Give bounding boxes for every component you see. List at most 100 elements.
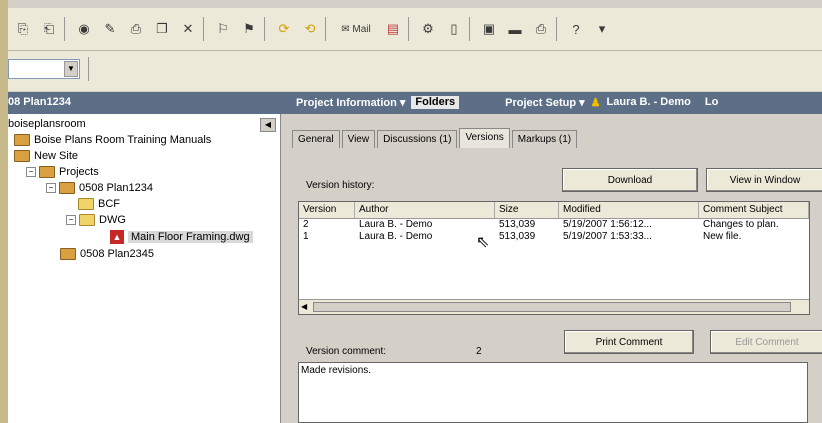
column-header[interactable]: Author xyxy=(355,202,495,218)
tree-node-projects[interactable]: − Projects xyxy=(26,166,99,178)
table-cell: 513,039 xyxy=(499,219,536,230)
tree-node-label: Main Floor Framing.dwg xyxy=(128,231,253,243)
flag-icon[interactable]: ⚐ xyxy=(212,18,234,40)
tree-node-label: DWG xyxy=(99,214,126,226)
tree-node-label: 0508 Plan1234 xyxy=(79,182,154,194)
doc-icon[interactable]: ▯ xyxy=(443,18,465,40)
version-comment-number: 2 xyxy=(476,346,482,357)
toolbar-separator xyxy=(64,17,65,41)
folder-icon xyxy=(79,214,95,226)
refresh2-icon[interactable]: ⟲ xyxy=(299,18,321,40)
tree-node-plan1234[interactable]: − 0508 Plan1234 xyxy=(46,182,153,194)
tree-node-label: BCF xyxy=(98,198,120,210)
color-icon[interactable]: ◉ xyxy=(73,18,95,40)
address-bar: ▼ xyxy=(8,51,822,91)
menu-user[interactable]: Laura B. - Demo xyxy=(607,96,691,109)
toolbar-separator xyxy=(264,17,265,41)
details-panel: General View Discussions (1) Versions Ma… xyxy=(282,114,822,423)
tree-node-training[interactable]: Boise Plans Room Training Manuals xyxy=(14,134,211,146)
tree-node-label: Projects xyxy=(59,166,99,178)
export-icon[interactable]: ⎘ xyxy=(12,18,34,40)
tree-node-new-site[interactable]: New Site xyxy=(14,150,78,162)
toolbar-separator xyxy=(469,17,470,41)
app-window: ⎘ ⎗ ◉ ✎ ⎙ ❐ ✕ ⚐ ⚑ ⟳ ⟲ ✉ Mail ▤ ⚙ ▯ ▣ ▬ ⎙… xyxy=(8,0,822,423)
folder-icon xyxy=(14,150,30,162)
table-cell: 5/19/2007 1:53:33... xyxy=(563,231,652,242)
toolbar-separator xyxy=(203,17,204,41)
collapse-panel-button[interactable]: ◀ xyxy=(260,118,276,132)
help-dropdown[interactable]: ▾ xyxy=(591,18,613,40)
table-cell: Laura B. - Demo xyxy=(359,231,433,242)
flag2-icon[interactable]: ⚑ xyxy=(238,18,260,40)
scroll-left-icon[interactable]: ◀ xyxy=(301,302,311,312)
version-history-label: Version history: xyxy=(306,180,375,191)
chart-icon[interactable]: ▤ xyxy=(382,18,404,40)
column-header[interactable]: Modified xyxy=(559,202,699,218)
tab-view[interactable]: View xyxy=(341,130,376,148)
tree-node-label: boiseplansroom xyxy=(8,118,86,130)
version-list: Version Author Size Modified Comment Sub… xyxy=(298,201,810,315)
view-in-window-button[interactable]: View in Window xyxy=(706,168,822,192)
view-combo[interactable]: ▼ xyxy=(8,59,80,79)
mail-button[interactable]: ✉ Mail xyxy=(334,18,378,40)
drive-icon[interactable]: ▣ xyxy=(478,18,500,40)
refresh-icon[interactable]: ⟳ xyxy=(273,18,295,40)
pin-icon[interactable]: ✎ xyxy=(99,18,121,40)
toolbar-separator xyxy=(325,17,326,41)
folder-tree: ◀ boiseplansroom Boise Plans Room Traini… xyxy=(8,114,281,423)
settings-icon[interactable]: ⚙ xyxy=(417,18,439,40)
collapse-icon[interactable]: − xyxy=(66,215,76,225)
horizontal-scrollbar[interactable]: ◀ xyxy=(299,299,809,314)
folder-icon xyxy=(14,134,30,146)
table-cell: 513,039 xyxy=(499,231,536,242)
navigation-bar: 08 Plan1234 Project Information ▾ Folder… xyxy=(8,92,822,114)
table-row[interactable]: 1 Laura B. - Demo 513,039 5/19/2007 1:53… xyxy=(299,231,809,243)
tree-node-main-floor[interactable]: ▲ Main Floor Framing.dwg xyxy=(110,230,253,244)
folder-icon xyxy=(60,248,76,260)
menu-folders[interactable]: Folders xyxy=(411,96,460,109)
menu-project-information[interactable]: Project Information ▾ xyxy=(296,96,405,109)
folder-icon xyxy=(59,182,75,194)
tree-node-plan2345[interactable]: 0508 Plan2345 xyxy=(60,248,154,260)
tree-node-bcf[interactable]: BCF xyxy=(78,198,120,210)
tab-discussions[interactable]: Discussions (1) xyxy=(377,130,458,148)
current-project-title: 08 Plan1234 xyxy=(8,96,71,108)
tab-general[interactable]: General xyxy=(292,130,340,148)
menu-logout[interactable]: Lo xyxy=(705,96,718,109)
tab-markups[interactable]: Markups (1) xyxy=(511,130,578,148)
tab-strip: General View Discussions (1) Versions Ma… xyxy=(292,128,579,148)
scroll-thumb[interactable] xyxy=(313,302,791,312)
import-icon[interactable]: ⎗ xyxy=(38,18,60,40)
menu-project-setup[interactable]: Project Setup ▾ xyxy=(505,96,584,109)
toolbar: ⎘ ⎗ ◉ ✎ ⎙ ❐ ✕ ⚐ ⚑ ⟳ ⟲ ✉ Mail ▤ ⚙ ▯ ▣ ▬ ⎙… xyxy=(8,8,822,51)
tree-node-root[interactable]: boiseplansroom xyxy=(8,118,86,130)
print-comment-button[interactable]: Print Comment xyxy=(564,330,694,354)
table-cell: Changes to plan. xyxy=(703,219,779,230)
user-icon: ♟ xyxy=(590,97,601,109)
save-icon[interactable]: ▬ xyxy=(504,18,526,40)
collapse-icon[interactable]: − xyxy=(26,167,36,177)
edit-comment-button[interactable]: Edit Comment xyxy=(710,330,822,354)
toolbar-separator xyxy=(88,57,89,81)
table-cell: Laura B. - Demo xyxy=(359,219,433,230)
tree-node-label: Boise Plans Room Training Manuals xyxy=(34,134,212,146)
table-cell: 5/19/2007 1:56:12... xyxy=(563,219,652,230)
folder-icon xyxy=(39,166,55,178)
help-icon[interactable]: ? xyxy=(565,18,587,40)
table-row[interactable]: 2 Laura B. - Demo 513,039 5/19/2007 1:56… xyxy=(299,219,809,231)
download-button[interactable]: Download xyxy=(562,168,698,192)
column-header[interactable]: Size xyxy=(495,202,559,218)
printer-icon[interactable]: ⎙ xyxy=(530,18,552,40)
version-comment-text[interactable]: Made revisions. xyxy=(298,362,808,423)
print-icon[interactable]: ⎙ xyxy=(125,18,147,40)
tab-versions[interactable]: Versions xyxy=(459,128,510,148)
collapse-icon[interactable]: − xyxy=(46,183,56,193)
tree-node-dwg[interactable]: − DWG xyxy=(66,214,126,226)
list-header: Version Author Size Modified Comment Sub… xyxy=(299,202,809,219)
column-header[interactable]: Comment Subject xyxy=(699,202,809,218)
copy-icon[interactable]: ❐ xyxy=(151,18,173,40)
chevron-down-icon[interactable]: ▼ xyxy=(64,61,78,77)
mail-icon: ✉ xyxy=(341,23,350,35)
delete-icon[interactable]: ✕ xyxy=(177,18,199,40)
column-header[interactable]: Version xyxy=(299,202,355,218)
